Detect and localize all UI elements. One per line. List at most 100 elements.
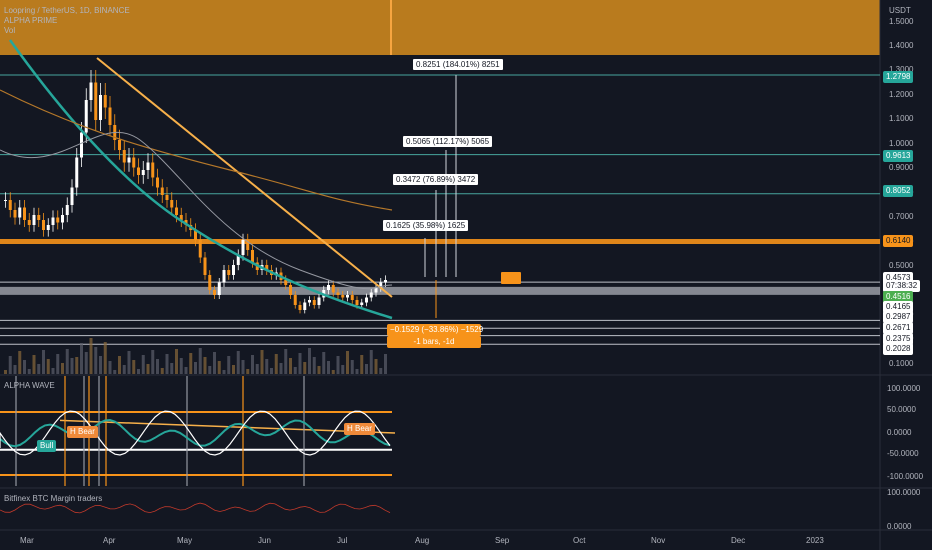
candle-29: [141, 170, 145, 175]
wave-tick-2: 0.0000: [887, 428, 912, 437]
drop-callout: −0.1529 (−33.86%) −1529: [387, 324, 483, 336]
candle-60: [289, 285, 292, 295]
volume-bar-34: [165, 354, 169, 374]
wave-signal-5: [105, 376, 107, 486]
candle-16: [80, 132, 83, 158]
candle-71: [341, 295, 345, 298]
volume-bar-63: [303, 362, 307, 374]
month-label-6: Sep: [495, 536, 510, 545]
volume-bar-67: [322, 352, 326, 374]
wave-title[interactable]: ALPHA WAVE: [4, 381, 55, 390]
volume-bar-75: [360, 355, 364, 374]
wave-signal-4: [98, 376, 100, 486]
candle-36: [175, 207, 178, 215]
volume-bar-2: [13, 365, 17, 374]
candle-19: [94, 82, 98, 120]
wave-signal-7: [242, 376, 244, 486]
volume-bar-80: [384, 354, 387, 374]
candle-18: [89, 82, 93, 100]
candle-80: [384, 280, 387, 283]
month-label-2: May: [177, 536, 193, 545]
volume-bar-0: [4, 370, 7, 374]
volume-bar-54: [260, 350, 264, 374]
volume-bar-8: [42, 350, 45, 374]
candle-4: [23, 207, 26, 220]
candle-28: [137, 167, 140, 175]
volume-bar-42: [203, 357, 207, 374]
candle-7: [37, 215, 41, 220]
candle-1: [8, 200, 12, 210]
target-callout-3: 0.5065 (112.17%) 5065: [403, 136, 493, 147]
volume-bar-14: [70, 358, 74, 374]
price-tick-5: 1.0000: [889, 139, 914, 148]
wave-signal-line: [0, 418, 391, 448]
bull-label: Bull: [37, 440, 57, 452]
volume-bar-6: [32, 355, 36, 374]
volume-bar-13: [65, 349, 69, 374]
candle-0: [4, 200, 7, 201]
indicator-alpha-prime[interactable]: ALPHA PRIME: [4, 16, 57, 25]
chart-stage: Loopring / TetherUS, 1D, BINANCE ALPHA P…: [0, 0, 932, 550]
volume-bar-43: [208, 366, 212, 374]
month-label-3: Jun: [258, 536, 271, 545]
candle-21: [103, 95, 107, 108]
candle-12: [61, 215, 64, 223]
candle-6: [32, 215, 36, 225]
price-label-3: 0.6140: [883, 235, 914, 247]
volume-bar-27: [132, 360, 136, 374]
wave-tick-1: 50.0000: [887, 405, 916, 414]
volume-bar-11: [56, 354, 60, 374]
candle-64: [308, 300, 311, 303]
volume-bar-22: [108, 361, 112, 374]
volume-bar-61: [293, 367, 297, 374]
volume-bar-65: [312, 357, 316, 374]
candle-32: [156, 177, 159, 188]
supply-zone: [0, 0, 880, 55]
margin-title[interactable]: Bitfinex BTC Margin traders: [4, 494, 102, 503]
volume-bar-58: [279, 363, 283, 374]
volume-bar-19: [94, 347, 98, 374]
candle-76: [365, 297, 368, 303]
volume-bar-78: [374, 359, 378, 374]
candle-75: [360, 302, 364, 305]
indicator-volume[interactable]: Vol: [4, 26, 15, 35]
candle-3: [18, 207, 22, 218]
volume-bar-4: [23, 360, 26, 374]
wave-tick-4: -100.0000: [887, 472, 924, 481]
candle-46: [222, 270, 226, 283]
volume-bar-33: [160, 368, 164, 374]
candle-44: [213, 290, 216, 295]
candle-47: [227, 270, 231, 275]
volume-bar-5: [27, 369, 31, 374]
volume-bar-17: [84, 352, 88, 374]
volume-bar-79: [379, 368, 383, 374]
candle-73: [350, 295, 354, 300]
candle-5: [27, 220, 31, 225]
margin-tick-0: 100.0000: [887, 488, 921, 497]
price-tick-6: 0.9000: [889, 163, 914, 172]
volume-bar-70: [336, 356, 340, 374]
month-label-4: Jul: [337, 536, 348, 545]
volume-bar-71: [341, 365, 345, 374]
candle-59: [284, 280, 288, 285]
wave-tick-3: -50.0000: [887, 449, 919, 458]
volume-bar-39: [189, 353, 193, 374]
target-callout-4: 0.8251 (184.01%) 8251: [413, 59, 503, 70]
candle-25: [122, 150, 126, 163]
volume-bar-73: [350, 360, 354, 374]
candle-10: [51, 217, 55, 225]
candle-72: [346, 295, 349, 298]
candle-70: [336, 292, 340, 295]
wave-main-line: [0, 410, 391, 456]
volume-bar-59: [284, 349, 288, 374]
price-tick-4: 1.1000: [889, 114, 914, 123]
candle-48: [232, 265, 235, 275]
volume-bar-74: [355, 369, 359, 374]
wave-tick-0: 100.0000: [887, 384, 921, 393]
price-chart[interactable]: [0, 0, 932, 550]
candle-69: [331, 285, 335, 293]
volume-bar-15: [75, 357, 79, 374]
volume-bar-48: [232, 365, 235, 374]
volume-bar-44: [213, 352, 216, 374]
candle-30: [146, 162, 150, 170]
